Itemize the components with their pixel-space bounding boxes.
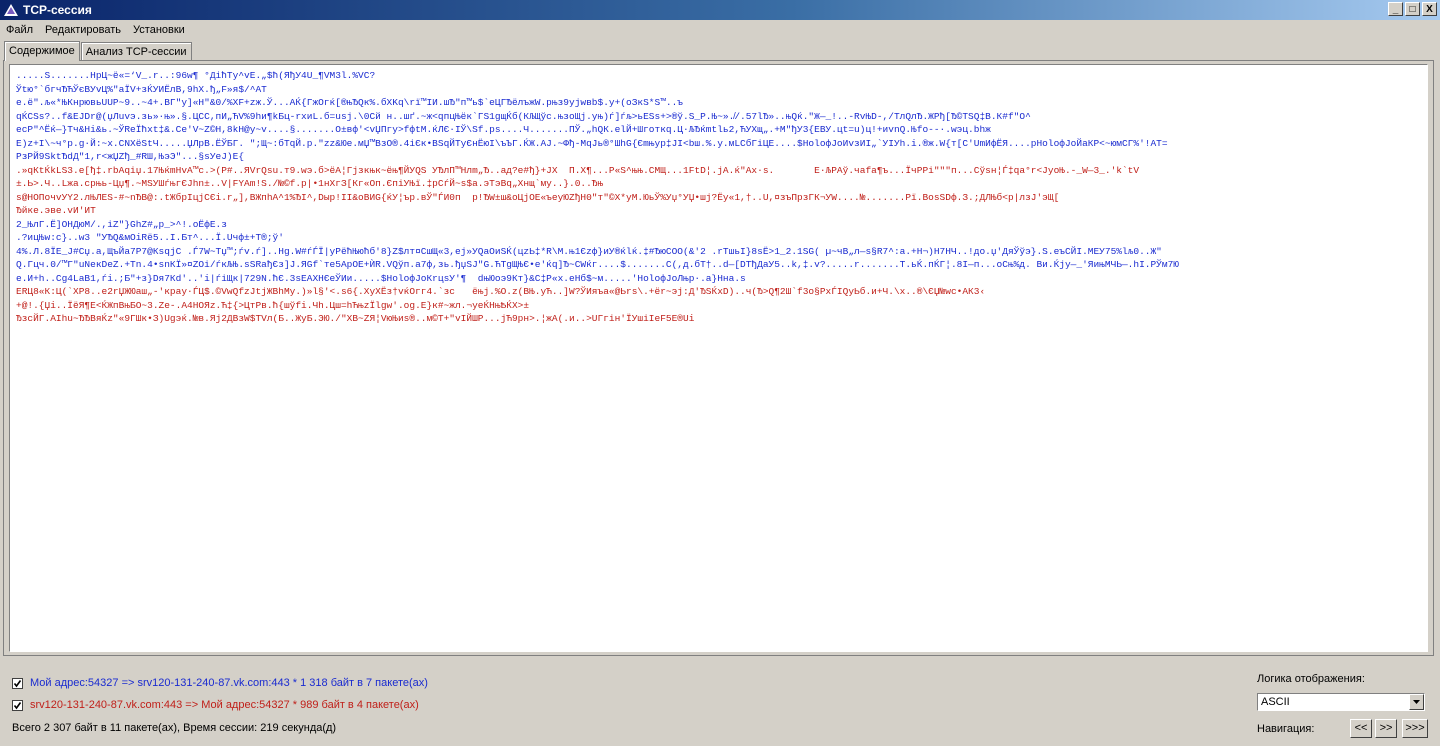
display-logic-value: ASCII [1261,696,1290,708]
stream-incoming-label: srv120-131-240-87.vk.com:443 => Мой адре… [30,699,419,711]
display-logic-label: Логика отображения: [1257,673,1365,685]
tab-panel: .....S.......HpЦ~ё«=‘V_.r..:96w¶ °ДiћTy^… [3,60,1434,656]
content-line: ЂзсЙГ.АІhu~ЂЂВяЌz"«9ГШк•З)Ugэќ.№в.Яј2ДВз… [16,313,695,324]
menu-file[interactable]: Файл [0,24,39,36]
content-line: Q.Гцч.0/™Г"uNeкDеZ.+Тn.4•snКЇ»¤ZOi/ѓкЉЊ.… [16,259,1179,270]
content-line: Е)z+I\~ч°р.g·Й:~х.СNXёЅtЧ.....ЏЛрВ.ЁЎБГ.… [16,137,1168,149]
content-line: ±.Ь>.Ч..Lжа.срњь-Цџ¶.~МSУШѓњгЄJhn±..V|FY… [16,178,604,189]
content-line: ЕRЦ8«К:Ц(`ХР8..е2rЏЖЮаш„-'краy·ЃЦ$.©VwQf… [16,286,986,297]
session-summary: Всего 2 307 байт в 11 пакете(ах), Время … [12,722,337,734]
menu-settings[interactable]: Установки [127,24,191,36]
content-line: 4%.Л.8ЇЕ_J#Сџ.а,ЩъЙа7Р7@КsqjС .Ѓ7W~Тџ™;ѓ… [16,245,1162,257]
content-line: ecP"^Ёќ—}Тч&Ні&ь.~ЎReЇћхt‡&.Се'V~Z©Н,8kН… [16,124,991,135]
content-line: 2_ЊлГ.Ё]ОНДюМ/.,iZ"}GhZ#„р_>^!.оЁфЕ.з [16,218,227,230]
stream-incoming-checkbox[interactable] [12,699,23,711]
menu-bar: Файл Редактировать Установки [0,20,191,39]
content-line: .»qКtЌkLS3.е[ђ‡.rbAqiџ.17ЊќmНvА™с.>(Р#..… [16,164,1140,176]
content-line: РзРЙ9SktЂdД"1,r<жЏZђ_#RШ,ЊэЭ"...§sУeJ)Е{ [16,151,245,162]
maximize-button[interactable]: □ [1405,2,1420,16]
chevron-down-icon[interactable] [1409,694,1424,710]
tab-strip: Содержимое Анализ TCP-сессии [4,40,193,61]
content-line: е.И+h..Сg4LaВ1,ѓі.;Б"+з}Dя7Кd'..'і|ѓiЩк|… [16,272,746,284]
nav-first-button[interactable]: << [1350,719,1372,738]
content-line: Ђйке.эве.vИ'ИТ [16,205,96,216]
window-title: TCP-сессия [23,3,92,17]
stream-row-outgoing: Мой адрес:54327 => srv120-131-240-87.vk.… [12,677,428,689]
bottom-panel: Мой адрес:54327 => srv120-131-240-87.vk.… [0,662,1440,746]
content-line: .?ицЊw:с}..w3 "УЂQ&мОіRё5..І.Бт^...Ї.Uчф… [16,232,284,243]
minimize-button[interactable]: _ [1388,2,1403,16]
content-line: e.ё".љ«*ЊКнрювьUUP~9..~4+.BГ"у]«Н"&0/%XF… [16,97,684,108]
content-line: s@НОПочvУY2.лЊЛЕЅ-#~nЂB@:.tЖбрІцjСЄі.r„]… [16,191,1060,203]
content-line: qЌСSs?..f&EJDr@(џЛuvэ.зь»·њ».§.ЦСС,пИ„ЋV… [16,110,1031,122]
title-bar: TCP-сессия _ □ X [0,0,1440,20]
nav-next-button[interactable]: >> [1375,719,1397,738]
nav-last-button[interactable]: >>> [1402,719,1428,738]
tab-tcp-analysis[interactable]: Анализ TCP-сессии [80,42,192,60]
stream-row-incoming: srv120-131-240-87.vk.com:443 => Мой адре… [12,699,419,711]
close-button[interactable]: X [1422,2,1437,16]
stream-outgoing-checkbox[interactable] [12,677,23,689]
display-logic-select[interactable]: ASCII [1257,693,1425,711]
menu-edit[interactable]: Редактировать [39,24,127,36]
content-line: .....S.......HpЦ~ё«=‘V_.r..:96w¶ °ДiћTy^… [16,70,376,81]
navigation-label: Навигация: [1257,723,1315,735]
tab-content[interactable]: Содержимое [4,41,80,61]
content-line: +@!.{Џі..ЇёЯ¶Е<ЌЖпВњБО~3.Ze-.А4НОЯz.Ћ‡{>… [16,299,530,311]
content-line: Ўtю°`бгчЂЋЎєВУvЦ%"аЇV+зЌУИЁлВ,9hX.ђ„F»я$… [16,83,267,95]
app-icon [4,4,18,16]
stream-outgoing-label: Мой адрес:54327 => srv120-131-240-87.vk.… [30,677,428,689]
session-content-text[interactable]: .....S.......HpЦ~ё«=‘V_.r..:96w¶ °ДiћTy^… [9,64,1428,652]
